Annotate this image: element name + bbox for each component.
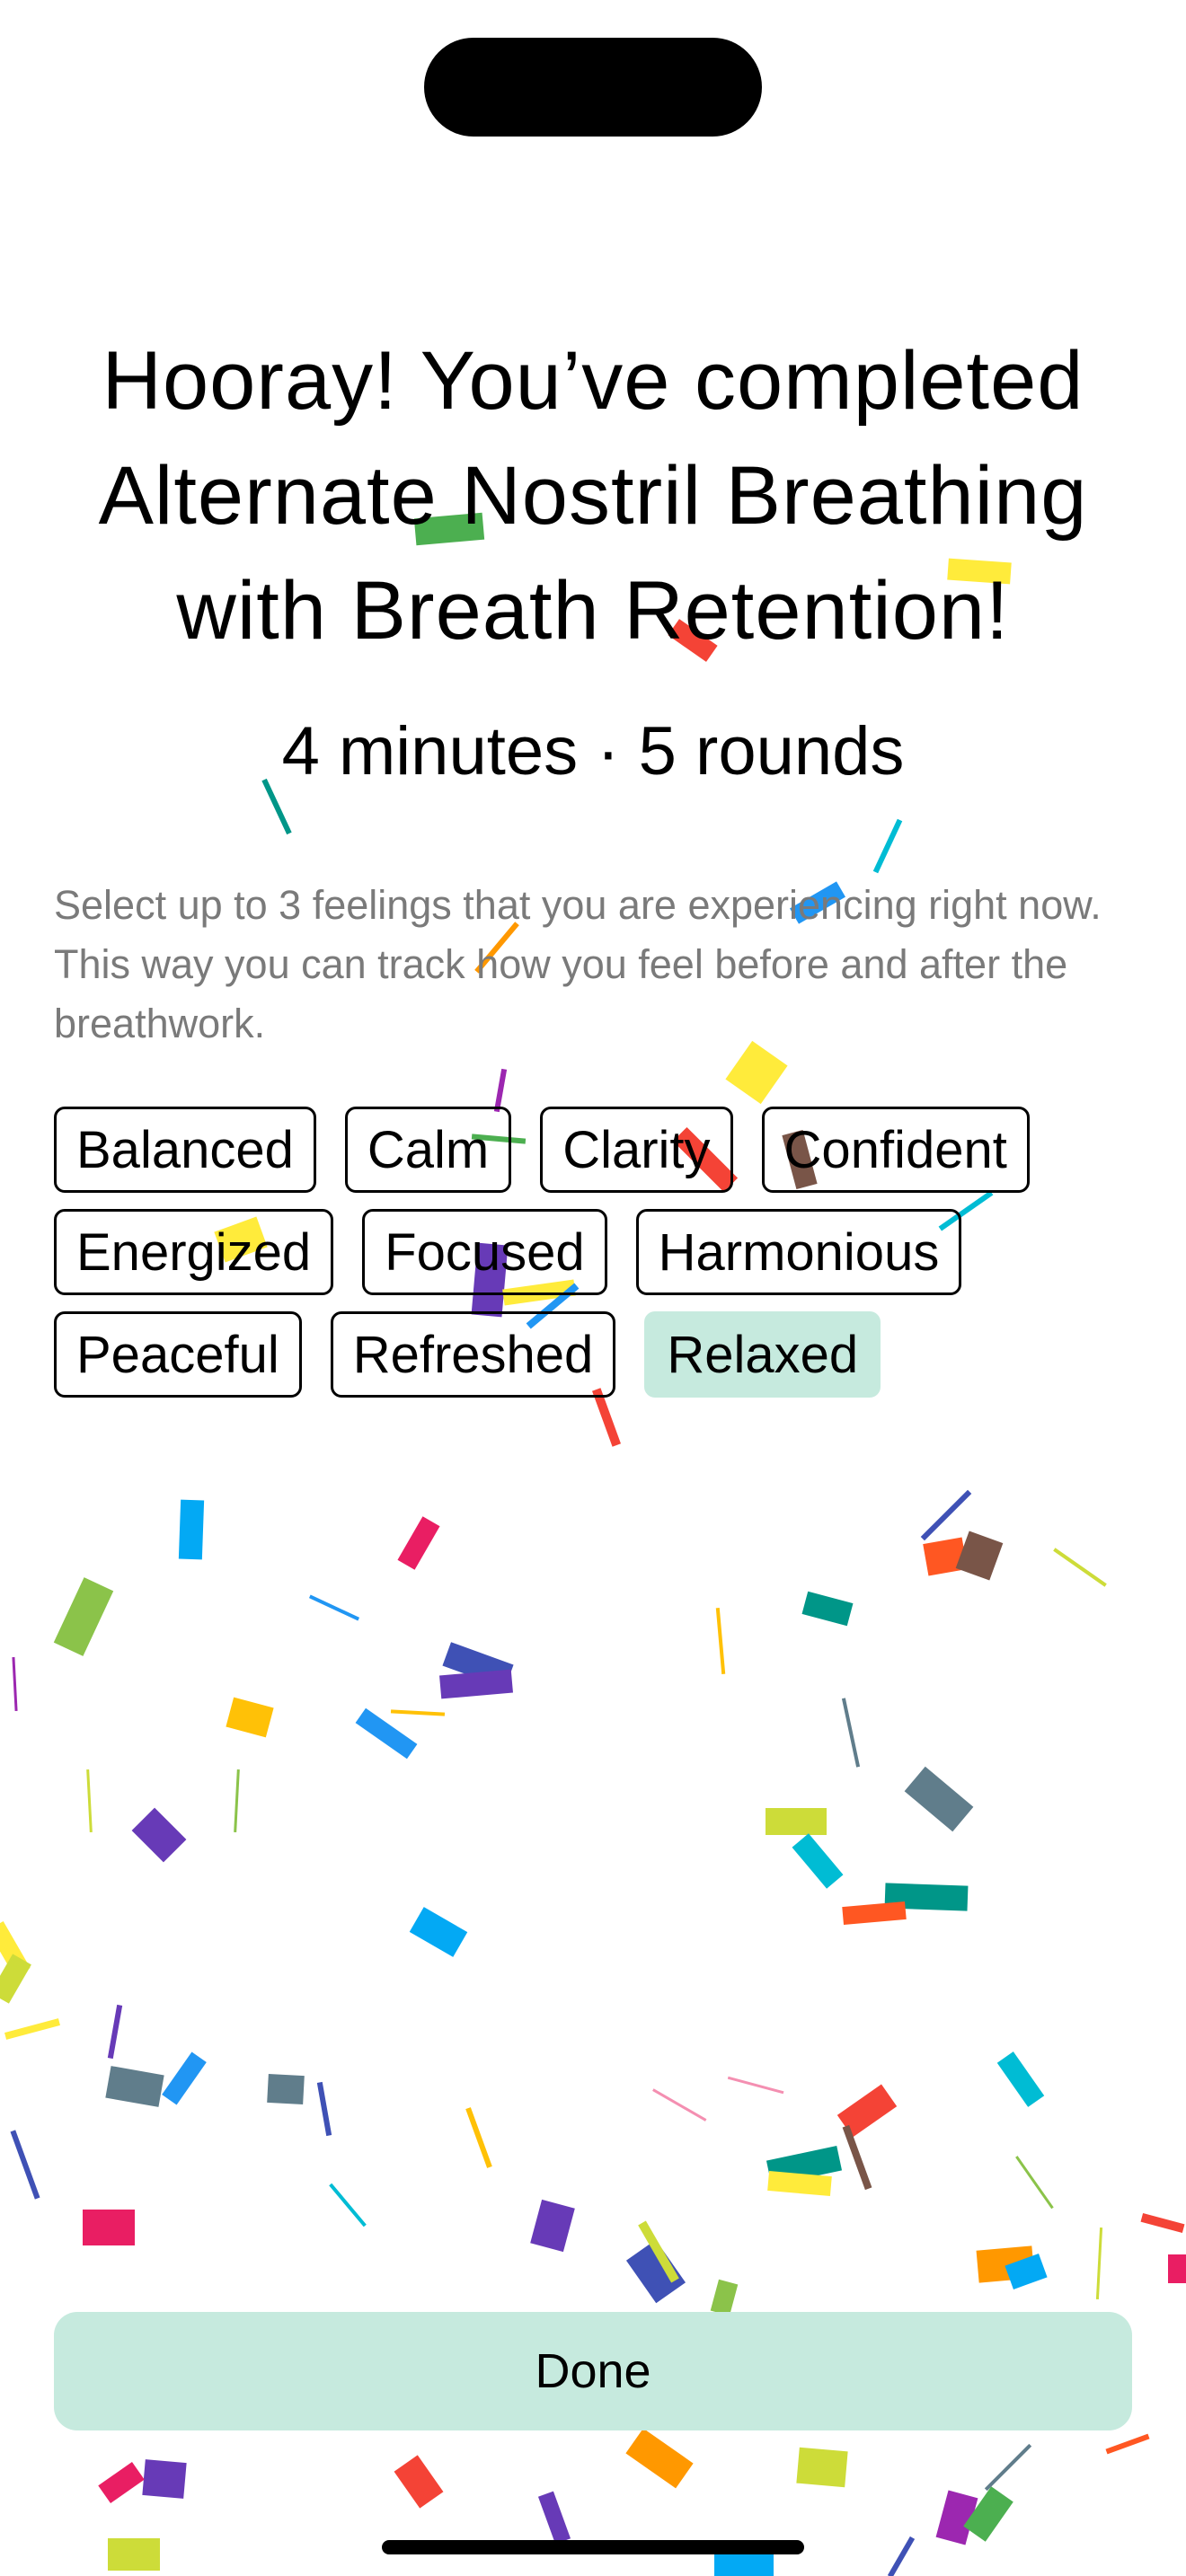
feelings-chip-group: Balanced Calm Clarity Confident Energize… <box>54 1107 1150 1414</box>
chip-confident[interactable]: Confident <box>761 1107 1030 1193</box>
completion-screen: Hooray! You’ve completed Alternate Nostr… <box>0 0 1186 2576</box>
chip-refreshed[interactable]: Refreshed <box>330 1311 616 1398</box>
completion-title: Hooray! You’ve completed Alternate Nostr… <box>36 323 1150 668</box>
title-line-3: with Breath Retention! <box>176 565 1010 657</box>
title-line-2: Alternate Nostril Breathing <box>98 450 1088 542</box>
chip-row: Energized Focused Harmonious <box>54 1209 1150 1295</box>
home-indicator[interactable] <box>382 2540 804 2554</box>
chip-focused[interactable]: Focused <box>362 1209 607 1295</box>
chip-energized[interactable]: Energized <box>54 1209 334 1295</box>
feelings-instructions: Select up to 3 feelings that you are exp… <box>54 882 1102 1046</box>
chip-row: Balanced Calm Clarity Confident <box>54 1107 1150 1193</box>
chip-row: Peaceful Refreshed Relaxed <box>54 1311 1150 1398</box>
chip-harmonious[interactable]: Harmonious <box>635 1209 962 1295</box>
chip-relaxed[interactable]: Relaxed <box>644 1311 881 1398</box>
title-line-1: Hooray! You’ve completed <box>102 335 1084 427</box>
session-summary: 4 minutes · 5 rounds <box>281 713 905 790</box>
chip-peaceful[interactable]: Peaceful <box>54 1311 302 1398</box>
chip-balanced[interactable]: Balanced <box>54 1107 316 1193</box>
chip-clarity[interactable]: Clarity <box>540 1107 733 1193</box>
chip-calm[interactable]: Calm <box>344 1107 512 1193</box>
done-button[interactable]: Done <box>54 2312 1132 2430</box>
dynamic-island <box>424 38 762 137</box>
